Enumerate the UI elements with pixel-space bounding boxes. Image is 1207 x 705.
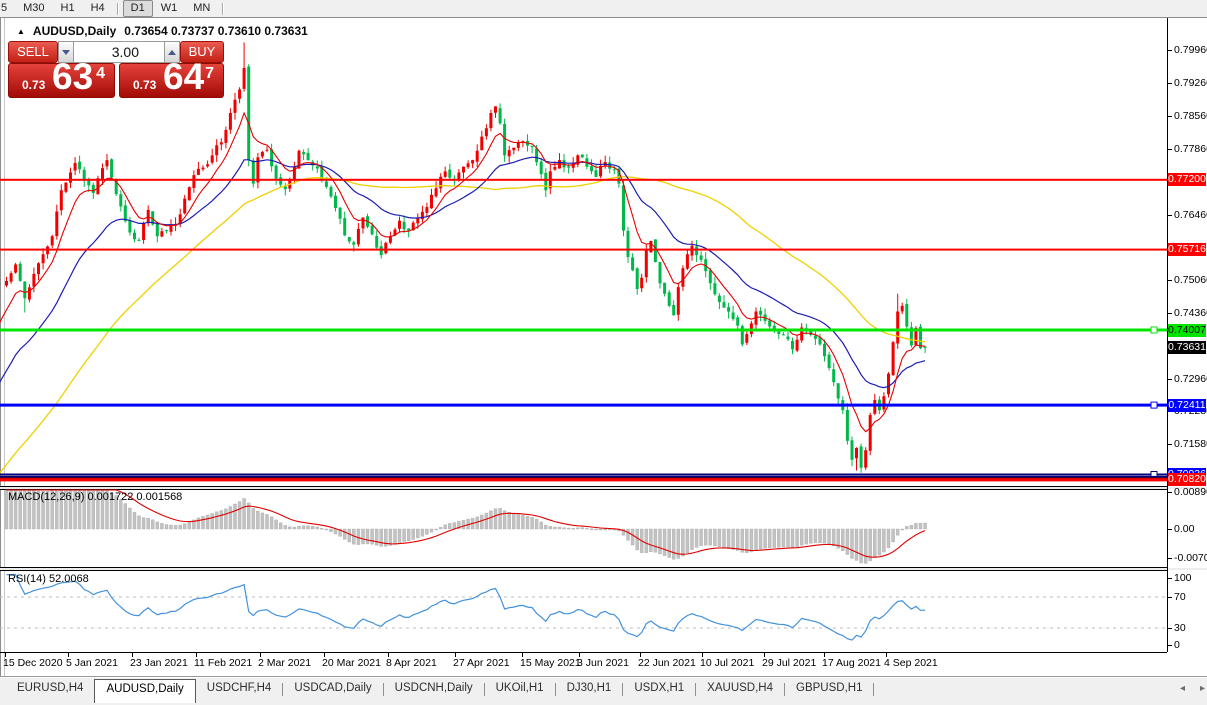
- sell-price-button[interactable]: 0.73 63 4: [8, 57, 115, 98]
- date-label: 2 Mar 2021: [258, 657, 312, 669]
- timeframe-button-h1[interactable]: H1: [53, 0, 83, 17]
- date-label: 3 Jun 2021: [577, 657, 629, 669]
- tab-usdchf-h4[interactable]: USDCHF,H4: [196, 678, 283, 700]
- arrow-down-icon: [62, 49, 70, 55]
- one-click-trading-panel: SELL BUY 0.73 63 4 0.73 64 7: [8, 41, 224, 98]
- date-label: 15 May 2021: [520, 657, 581, 669]
- date-label: 23 Jan 2021: [130, 657, 188, 669]
- date-label: 11 Feb 2021: [194, 657, 253, 669]
- tab-dj30-h1[interactable]: DJ30,H1: [556, 678, 623, 700]
- chart-symbol-label: AUDUSD,Daily: [32, 24, 117, 38]
- rsi-label: RSI(14) 52.0068: [8, 573, 89, 585]
- date-label: 4 Sep 2021: [884, 657, 938, 669]
- chart-title-row: ▲ AUDUSD,Daily 0.73654 0.73737 0.73610 0…: [17, 24, 308, 38]
- sell-price-pip-digit: 4: [96, 65, 105, 82]
- date-label: 27 Apr 2021: [453, 657, 510, 669]
- tab-xauusd-h4[interactable]: XAUUSD,H4: [696, 678, 784, 700]
- buy-price-prefix: 0.73: [133, 78, 157, 92]
- date-label: 5 Jan 2021: [66, 657, 118, 669]
- tab-audusd-daily[interactable]: AUDUSD,Daily: [94, 679, 196, 703]
- buy-price-button[interactable]: 0.73 64 7: [119, 57, 224, 98]
- timeframe-button-5[interactable]: 5: [0, 0, 15, 17]
- date-label: 8 Apr 2021: [386, 657, 437, 669]
- timeframe-button-h4[interactable]: H4: [83, 0, 113, 17]
- date-label: 15 Dec 2020: [3, 657, 63, 669]
- timeframe-button-mn[interactable]: MN: [185, 0, 218, 17]
- tab-usdcad-daily[interactable]: USDCAD,Daily: [283, 678, 382, 700]
- arrow-up-icon: [168, 49, 176, 55]
- tab-eurusd-h4[interactable]: EURUSD,H4: [6, 678, 94, 700]
- tab-scroll-right-button[interactable]: ▸: [1200, 683, 1205, 694]
- toolbar-separator: [116, 2, 119, 15]
- date-label: 29 Jul 2021: [762, 657, 817, 669]
- mt4-window: 5 M30 H1 H4 D1 W1 MN ▲ AUDUSD,Daily 0.73654 0.…: [0, 0, 1207, 705]
- tab-ukoil-h1[interactable]: UKOil,H1: [485, 678, 555, 700]
- timeframe-button-d1[interactable]: D1: [122, 0, 153, 17]
- buy-price-pip-digit: 7: [205, 65, 214, 82]
- tab-scroll-left-button[interactable]: ◂: [1180, 683, 1185, 694]
- tab-usdx-h1[interactable]: USDX,H1: [623, 678, 695, 700]
- macd-values: 0.001722 0.001568: [87, 491, 183, 503]
- timeframe-button-m30[interactable]: M30: [15, 0, 52, 17]
- date-label: 20 Mar 2021: [322, 657, 381, 669]
- sell-button[interactable]: SELL: [8, 41, 58, 63]
- toolbar-separator: [222, 2, 225, 15]
- tab-separator: [873, 683, 875, 696]
- date-label: 17 Aug 2021: [822, 657, 881, 669]
- rsi-value: 52.0068: [48, 573, 89, 585]
- date-label: 22 Jun 2021: [638, 657, 696, 669]
- tab-usdcnh-daily[interactable]: USDCNH,Daily: [384, 678, 484, 700]
- timeframe-button-w1[interactable]: W1: [153, 0, 186, 17]
- rsi-indicator-pane[interactable]: [0, 571, 1167, 652]
- chart-ohlc-values: 0.73654 0.73737 0.73610 0.73631: [124, 24, 308, 38]
- sell-price-prefix: 0.73: [22, 78, 46, 92]
- buy-price-big-digits: 64: [163, 56, 205, 97]
- chart-tab-bar: EURUSD,H4 AUDUSD,Daily USDCHF,H4 USDCAD,Dai…: [0, 678, 1207, 703]
- tab-gbpusd-h1[interactable]: GBPUSD,H1: [785, 678, 873, 700]
- macd-label: MACD(12,26,9) 0.001722 0.001568: [8, 491, 183, 503]
- collapse-triangle-icon[interactable]: ▲: [17, 27, 25, 36]
- sell-price-big-digits: 63: [52, 56, 94, 97]
- date-label: 10 Jul 2021: [700, 657, 755, 669]
- timeframe-toolbar: 5 M30 H1 H4 D1 W1 MN: [0, 0, 1207, 17]
- rsi-pane-bottom-border: [0, 652, 1167, 653]
